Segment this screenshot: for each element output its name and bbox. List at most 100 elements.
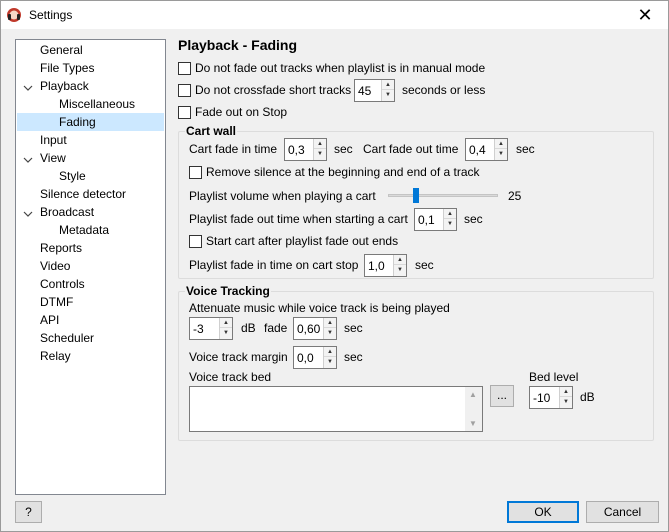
cart-fade-out-stepper[interactable]: 0,4 ▲ ▼ <box>465 138 508 161</box>
crossfade-seconds-value: 45 <box>358 84 372 98</box>
playlist-volume-slider[interactable] <box>388 194 498 197</box>
playlist-volume-label: Playlist volume when playing a cart <box>189 189 376 203</box>
spin-up-icon[interactable]: ▲ <box>560 387 572 397</box>
bed-level-value: -10 <box>533 391 551 405</box>
tree-item-file-types[interactable]: File Types <box>40 59 94 77</box>
spin-down-icon[interactable]: ▼ <box>394 265 406 275</box>
no-fade-manual-label: Do not fade out tracks when playlist is … <box>195 61 486 75</box>
sec-label: sec <box>344 321 363 335</box>
tree-item-controls[interactable]: Controls <box>40 275 85 293</box>
scroll-down-icon[interactable]: ▼ <box>469 419 477 428</box>
sec-label: sec <box>334 142 353 156</box>
app-icon <box>7 8 21 22</box>
tree-item-api[interactable]: API <box>40 311 59 329</box>
seconds-or-less-label: seconds or less <box>402 83 486 97</box>
tree-item-fading[interactable]: Fading <box>17 113 164 131</box>
spin-down-icon[interactable]: ▼ <box>560 397 572 407</box>
db-label: dB <box>580 390 595 404</box>
no-fade-manual-checkbox[interactable] <box>178 62 191 75</box>
spin-up-icon[interactable]: ▲ <box>324 318 336 328</box>
sec-label: sec <box>415 258 434 272</box>
settings-tree[interactable]: General File Types Playback Miscellaneou… <box>15 39 166 495</box>
playlist-fade-in-stepper[interactable]: 1,0 ▲ ▼ <box>364 254 407 277</box>
title-bar: Settings ✕ <box>1 1 668 29</box>
spin-down-icon[interactable]: ▼ <box>495 149 507 159</box>
sec-label: sec <box>464 212 483 226</box>
vt-margin-value: 0,0 <box>297 351 314 365</box>
cart-wall-title: Cart wall <box>185 124 238 138</box>
remove-silence-checkbox[interactable] <box>189 166 202 179</box>
help-button[interactable]: ? <box>15 501 42 523</box>
no-crossfade-short-label: Do not crossfade short tracks <box>195 83 352 97</box>
fade-label: fade <box>264 321 288 335</box>
tree-item-silence-detector[interactable]: Silence detector <box>40 185 126 203</box>
spin-down-icon[interactable]: ▼ <box>220 328 232 338</box>
tree-item-dtmf[interactable]: DTMF <box>40 293 73 311</box>
window-title: Settings <box>29 8 73 22</box>
spin-up-icon[interactable]: ▲ <box>220 318 232 328</box>
spin-down-icon[interactable]: ▼ <box>324 357 336 367</box>
bed-level-label: Bed level <box>529 370 579 384</box>
bed-level-stepper[interactable]: -10 ▲ ▼ <box>529 386 573 409</box>
spin-down-icon[interactable]: ▼ <box>444 219 456 229</box>
tree-item-input[interactable]: Input <box>40 131 67 149</box>
settings-window: Settings ✕ General File Types Playback M… <box>0 0 669 532</box>
spin-up-icon[interactable]: ▲ <box>495 139 507 149</box>
cart-fade-out-value: 0,4 <box>469 143 486 157</box>
chevron-down-icon[interactable] <box>23 83 33 93</box>
spin-up-icon[interactable]: ▲ <box>444 209 456 219</box>
tree-item-video[interactable]: Video <box>40 257 70 275</box>
ok-button[interactable]: OK <box>507 501 579 523</box>
spin-down-icon[interactable]: ▼ <box>314 149 326 159</box>
scroll-up-icon[interactable]: ▲ <box>469 390 477 399</box>
tree-item-view[interactable]: View <box>40 149 66 167</box>
attenuate-label: Attenuate music while voice track is bei… <box>189 301 450 315</box>
db-label: dB <box>241 321 256 335</box>
cart-fade-in-stepper[interactable]: 0,3 ▲ ▼ <box>284 138 327 161</box>
spin-up-icon[interactable]: ▲ <box>394 255 406 265</box>
slider-thumb[interactable] <box>412 188 419 203</box>
sec-label: sec <box>344 350 363 364</box>
no-crossfade-short-checkbox[interactable] <box>178 84 191 97</box>
playlist-fade-out-label: Playlist fade out time when starting a c… <box>189 212 408 226</box>
cart-fade-in-value: 0,3 <box>288 143 305 157</box>
attenuate-stepper[interactable]: -3 ▲ ▼ <box>189 317 233 340</box>
spin-up-icon[interactable]: ▲ <box>314 139 326 149</box>
chevron-down-icon[interactable] <box>23 155 33 165</box>
spin-down-icon[interactable]: ▼ <box>382 90 394 100</box>
start-after-fade-label: Start cart after playlist fade out ends <box>206 234 399 248</box>
spin-up-icon[interactable]: ▲ <box>324 347 336 357</box>
chevron-down-icon[interactable] <box>23 209 33 219</box>
page-title: Playback - Fading <box>178 37 298 53</box>
fade-out-on-stop-checkbox[interactable] <box>178 106 191 119</box>
playlist-volume-value: 25 <box>508 189 522 203</box>
tree-item-miscellaneous[interactable]: Miscellaneous <box>59 95 135 113</box>
spin-up-icon[interactable]: ▲ <box>382 80 394 90</box>
cancel-button[interactable]: Cancel <box>586 501 659 523</box>
tree-item-reports[interactable]: Reports <box>40 239 82 257</box>
close-icon[interactable]: ✕ <box>630 4 660 26</box>
playlist-fade-in-label: Playlist fade in time on cart stop <box>189 258 359 272</box>
vt-fade-stepper[interactable]: 0,60 ▲ ▼ <box>293 317 337 340</box>
tree-item-scheduler[interactable]: Scheduler <box>40 329 94 347</box>
crossfade-seconds-stepper[interactable]: 45 ▲ ▼ <box>354 79 395 102</box>
playlist-fade-out-stepper[interactable]: 0,1 ▲ ▼ <box>414 208 457 231</box>
tree-item-playback[interactable]: Playback <box>40 77 89 95</box>
tree-item-relay[interactable]: Relay <box>40 347 71 365</box>
vt-bed-field[interactable]: ▲ ▼ <box>189 386 483 432</box>
tree-item-broadcast[interactable]: Broadcast <box>40 203 94 221</box>
scrollbar[interactable]: ▲ ▼ <box>465 387 482 431</box>
tree-item-style[interactable]: Style <box>59 167 86 185</box>
vt-margin-stepper[interactable]: 0,0 ▲ ▼ <box>293 346 337 369</box>
browse-bed-button[interactable]: ... <box>490 385 514 407</box>
attenuate-value: -3 <box>193 322 204 336</box>
tree-item-metadata[interactable]: Metadata <box>59 221 109 239</box>
cart-fade-in-label: Cart fade in time <box>189 142 278 156</box>
start-after-fade-checkbox[interactable] <box>189 235 202 248</box>
cart-fade-out-label: Cart fade out time <box>363 142 459 156</box>
tree-item-general[interactable]: General <box>40 41 83 59</box>
spin-down-icon[interactable]: ▼ <box>324 328 336 338</box>
playlist-fade-in-value: 1,0 <box>368 259 385 273</box>
remove-silence-label: Remove silence at the beginning and end … <box>206 165 480 179</box>
voice-tracking-title: Voice Tracking <box>185 284 271 298</box>
